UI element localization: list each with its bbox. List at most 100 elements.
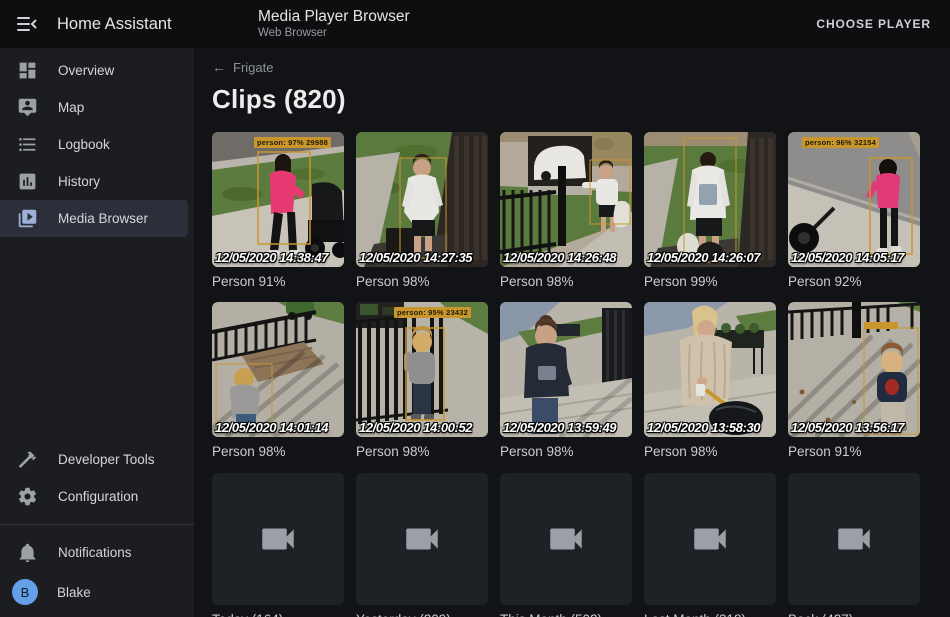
- sidebar-profile[interactable]: B Blake: [0, 571, 194, 613]
- media-browser-content: ← Frigate Clips (820) person: 97% 299881…: [194, 48, 950, 617]
- sidebar-nav: Overview Map Logbook History Media Browser: [0, 48, 194, 237]
- clip-timestamp: 12/05/2020 14:00:52: [359, 420, 472, 435]
- clip-thumbnail[interactable]: person: 96% 3215412/05/2020 14:05:17: [788, 132, 920, 267]
- folder-caption: Yesterday (209): [356, 612, 488, 617]
- clip-thumbnail[interactable]: 12/05/2020 14:27:35: [356, 132, 488, 267]
- clip-caption: Person 98%: [644, 444, 776, 459]
- clip-scene-street-pink: [788, 132, 920, 267]
- sidebar-item-developer-tools[interactable]: Developer Tools: [0, 441, 188, 478]
- clips-grid: person: 97% 2998812/05/2020 14:38:47 Pers…: [212, 132, 950, 459]
- breadcrumb[interactable]: ← Frigate: [212, 59, 273, 75]
- folder-card: Last Month (318): [644, 473, 776, 617]
- clip-scene-beige-sweater: [644, 302, 776, 437]
- clip-timestamp: 12/05/2020 14:01:14: [215, 420, 328, 435]
- play-box-multiple-icon: [17, 208, 38, 229]
- sidebar: Overview Map Logbook History Media Browser D…: [0, 48, 194, 617]
- sidebar-item-label: Media Browser: [58, 211, 148, 226]
- clip-thumbnail[interactable]: 12/05/2020 14:01:14: [212, 302, 344, 437]
- clip-timestamp: 12/05/2020 13:56:17: [791, 420, 904, 435]
- folder-card: Yesterday (209): [356, 473, 488, 617]
- clip-timestamp: 12/05/2020 13:59:49: [503, 420, 616, 435]
- sidebar-footer-nav: Developer Tools Configuration: [0, 437, 194, 515]
- clip-thumbnail[interactable]: 12/05/2020 13:59:49: [500, 302, 632, 437]
- header-subtitle: Web Browser: [258, 27, 410, 40]
- choose-player-button[interactable]: CHOOSE PLAYER: [810, 16, 937, 32]
- clip-scene-toddler-navy: [788, 302, 920, 437]
- sidebar-item-media-browser[interactable]: Media Browser: [0, 200, 188, 237]
- clip-thumbnail[interactable]: 12/05/2020 13:56:17: [788, 302, 920, 437]
- sidebar-item-notifications[interactable]: Notifications: [0, 534, 188, 571]
- clip-card: 12/05/2020 14:26:07 Person 99%: [644, 132, 776, 289]
- clip-scene-sidewalk-stroller: [212, 132, 344, 267]
- sidebar-item-configuration[interactable]: Configuration: [0, 478, 188, 515]
- sidebar-item-label: Configuration: [58, 489, 138, 504]
- clip-caption: Person 98%: [212, 444, 344, 459]
- folder-caption: Last Month (318): [644, 612, 776, 617]
- menu-open-icon: [15, 12, 39, 36]
- folder-caption: This Month (502): [500, 612, 632, 617]
- top-app-bar: Home Assistant Media Player Browser Web …: [0, 0, 950, 48]
- folder-card: This Month (502): [500, 473, 632, 617]
- folder-tile-this-month-502-[interactable]: [500, 473, 632, 605]
- clip-caption: Person 98%: [356, 444, 488, 459]
- folder-tile-today-164-[interactable]: [212, 473, 344, 605]
- page-title: Clips (820): [212, 84, 950, 115]
- video-camera-icon: [401, 518, 443, 560]
- sidebar-divider: [0, 524, 194, 525]
- clip-card: person: 96% 3215412/05/2020 14:05:17 Pers…: [788, 132, 920, 289]
- clip-card: 12/05/2020 14:27:35 Person 98%: [356, 132, 488, 289]
- folder-tile-last-month-318-[interactable]: [644, 473, 776, 605]
- sidebar-toggle-button[interactable]: [15, 12, 39, 36]
- clip-caption: Person 98%: [500, 274, 632, 289]
- clip-thumbnail[interactable]: 12/05/2020 13:58:30: [644, 302, 776, 437]
- cog-icon: [17, 486, 38, 507]
- bell-icon: [17, 542, 38, 563]
- folder-card: Back (427): [788, 473, 920, 617]
- clip-card: person: 95% 23432 12/05/2020 14:00:52 Pers…: [356, 302, 488, 459]
- clip-scene-toddler-shadow: [212, 302, 344, 437]
- clip-timestamp: 12/05/2020 14:26:48: [503, 250, 616, 265]
- video-camera-icon: [833, 518, 875, 560]
- clip-caption: Person 92%: [788, 274, 920, 289]
- clip-card: 12/05/2020 14:26:48 Person 98%: [500, 132, 632, 289]
- clip-scene-hoodie-steps: [500, 302, 632, 437]
- sidebar-item-map[interactable]: Map: [0, 89, 188, 126]
- video-camera-icon: [689, 518, 731, 560]
- clip-timestamp: 12/05/2020 13:58:30: [647, 420, 760, 435]
- sidebar-item-logbook[interactable]: Logbook: [0, 126, 188, 163]
- clip-timestamp: 12/05/2020 14:26:07: [647, 250, 760, 265]
- clip-caption: Person 98%: [356, 274, 488, 289]
- sidebar-item-label: Developer Tools: [58, 452, 155, 467]
- topbar-left: Home Assistant: [0, 12, 194, 36]
- folder-tile-yesterday-209-[interactable]: [356, 473, 488, 605]
- sidebar-item-overview[interactable]: Overview: [0, 52, 188, 89]
- sidebar-item-history[interactable]: History: [0, 163, 188, 200]
- clip-thumbnail[interactable]: 12/05/2020 14:26:48: [500, 132, 632, 267]
- clip-caption: Person 99%: [644, 274, 776, 289]
- clip-caption: Person 98%: [500, 444, 632, 459]
- breadcrumb-label: Frigate: [233, 60, 273, 75]
- clip-thumbnail[interactable]: 12/05/2020 14:26:07: [644, 132, 776, 267]
- user-name: Blake: [57, 585, 91, 600]
- clip-scene-walk-away: [644, 132, 776, 267]
- clip-caption: Person 91%: [788, 444, 920, 459]
- sidebar-item-label: Map: [58, 100, 84, 115]
- detection-label: person: 97% 29988: [254, 137, 331, 148]
- home-assistant-app: Home Assistant Media Player Browser Web …: [0, 0, 950, 617]
- clip-thumbnail[interactable]: person: 95% 23432 12/05/2020 14:00:52: [356, 302, 488, 437]
- clip-card: 12/05/2020 13:56:17 Person 91%: [788, 302, 920, 459]
- detection-label: person: 95% 23432: [394, 307, 471, 318]
- format-list-bulleted-icon: [17, 134, 38, 155]
- clip-thumbnail[interactable]: person: 97% 2998812/05/2020 14:38:47: [212, 132, 344, 267]
- hammer-icon: [17, 449, 38, 470]
- video-camera-icon: [545, 518, 587, 560]
- folder-tile-back-427-[interactable]: [788, 473, 920, 605]
- folder-caption: Back (427): [788, 612, 920, 617]
- view-dashboard-icon: [17, 60, 38, 81]
- folders-grid: Today (164) Yesterday (209) This Month (50…: [212, 473, 950, 617]
- folder-caption: Today (164): [212, 612, 344, 617]
- detection-label: person: 96% 32154: [802, 137, 879, 148]
- clip-card: 12/05/2020 13:59:49 Person 98%: [500, 302, 632, 459]
- folder-card: Today (164): [212, 473, 344, 617]
- sidebar-item-label: History: [58, 174, 100, 189]
